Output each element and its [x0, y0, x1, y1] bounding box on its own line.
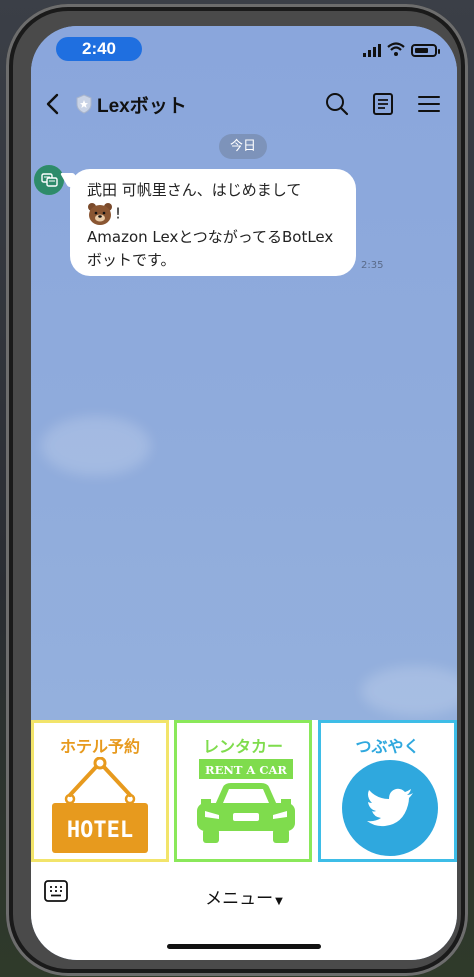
caret-down-icon: ▼ [275, 896, 283, 907]
home-indicator[interactable] [167, 944, 321, 949]
chat-header: Lexボット [31, 84, 457, 124]
notes-icon[interactable] [369, 90, 397, 118]
chat-background [31, 26, 457, 726]
battery-icon [411, 44, 440, 57]
date-separator: 今日 [219, 134, 267, 159]
message-line-3: Amazon LexとつながってるBotLex [87, 228, 334, 246]
hotel-sign-text: HOTEL [67, 818, 133, 843]
status-bar: 2:40 [31, 26, 457, 72]
tweet-label: つぶやく [355, 737, 420, 756]
hotel-reservation-label: ホテル予約 [59, 737, 140, 756]
message-line-1: 武田 可帆里さん、はじめまして [87, 181, 302, 199]
back-arrow-icon[interactable] [41, 90, 67, 118]
bottom-bar: メニュー ▼ [31, 864, 457, 960]
official-badge-icon [76, 94, 92, 114]
rental-car-button[interactable]: レンタカー RENT A CAR [174, 720, 312, 862]
wifi-icon [387, 42, 405, 56]
hotel-sign-icon: HOTEL [52, 757, 148, 853]
twitter-bird-icon [342, 760, 438, 856]
chat-title: Lexボット [97, 96, 187, 117]
rental-car-label: レンタカー [202, 737, 283, 756]
message-bubble[interactable]: 武田 可帆里さん、はじめまして ! Amazon LexとつながってるBotLe… [70, 169, 356, 276]
message-timestamp: 2:35 [361, 260, 384, 271]
phone-frame: 2:40 Lexボット 今日 武田 可帆里さん、はじめまして ! Amazon … [6, 4, 468, 976]
rich-menu-toggle[interactable]: メニュー ▼ [31, 884, 457, 909]
status-time[interactable]: 2:40 [56, 37, 142, 61]
search-icon[interactable] [323, 90, 351, 118]
menu-toggle-label: メニュー [205, 889, 274, 909]
rent-a-car-sign-text: RENT A CAR [205, 763, 287, 777]
menu-icon[interactable] [415, 90, 443, 118]
bot-avatar[interactable] [34, 165, 64, 195]
message-line-4: ボットです。 [87, 251, 176, 269]
brown-bear-emoji-icon [88, 203, 112, 225]
hotel-reservation-button[interactable]: ホテル予約 HOTEL [31, 720, 169, 862]
rich-menu: ホテル予約 HOTEL レンタカー RENT A CAR つぶやく [31, 720, 457, 864]
tweet-button[interactable]: つぶやく [318, 720, 457, 862]
phone-screen: 2:40 Lexボット 今日 武田 可帆里さん、はじめまして ! Amazon … [31, 26, 457, 960]
message-line-2: ! [115, 204, 122, 223]
rent-a-car-icon: RENT A CAR [197, 759, 295, 843]
cellular-signal-icon [363, 44, 381, 57]
